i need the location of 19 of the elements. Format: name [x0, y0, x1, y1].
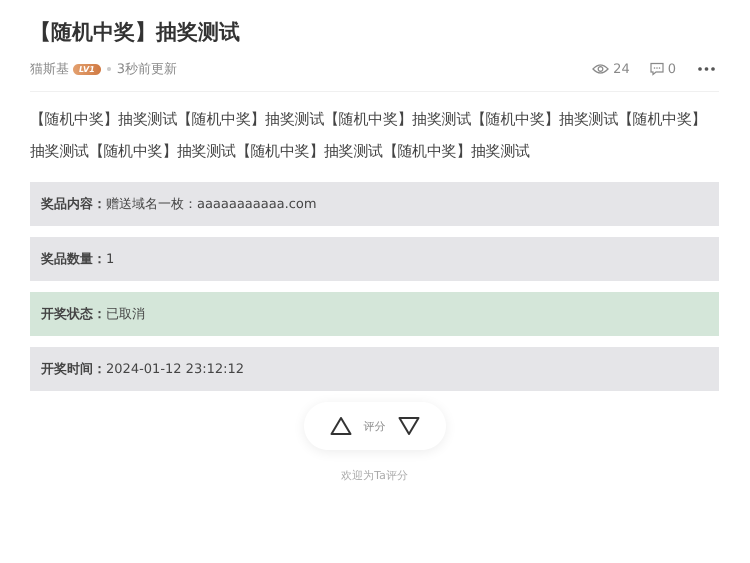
post-body: 【随机中奖】抽奖测试【随机中奖】抽奖测试【随机中奖】抽奖测试【随机中奖】抽奖测试【随机中奖】抽奖测试【随机中奖】抽奖测试【随机中奖】抽奖测试【随机中奖】抽奖测试: [30, 109, 708, 162]
downvote-icon[interactable]: [398, 416, 420, 436]
more-icon[interactable]: [698, 67, 715, 71]
info-row: 开奖时间：2024-01-12 23:12:12: [30, 347, 719, 391]
info-row: 奖品数量：1: [30, 237, 719, 281]
info-row: 奖品内容：赠送域名一枚：aaaaaaaaaaa.com: [30, 182, 719, 226]
author-name[interactable]: 猫斯基: [30, 60, 69, 78]
separator-dot: [106, 67, 111, 71]
post-title: 【随机中奖】抽奖测试: [30, 19, 241, 46]
updated-time: 3秒前更新: [116, 61, 178, 78]
rating-hint: 欢迎为Ta评分: [340, 468, 409, 483]
level-badge: LV1: [73, 64, 101, 74]
upvote-icon[interactable]: [330, 416, 352, 436]
comment-count: 0: [668, 62, 676, 76]
view-count: 24: [613, 62, 630, 76]
comment-icon[interactable]: [650, 62, 664, 76]
eye-icon: [592, 63, 610, 75]
rating-label: 评分: [364, 418, 386, 434]
info-row: 开奖状态：已取消: [30, 292, 719, 336]
